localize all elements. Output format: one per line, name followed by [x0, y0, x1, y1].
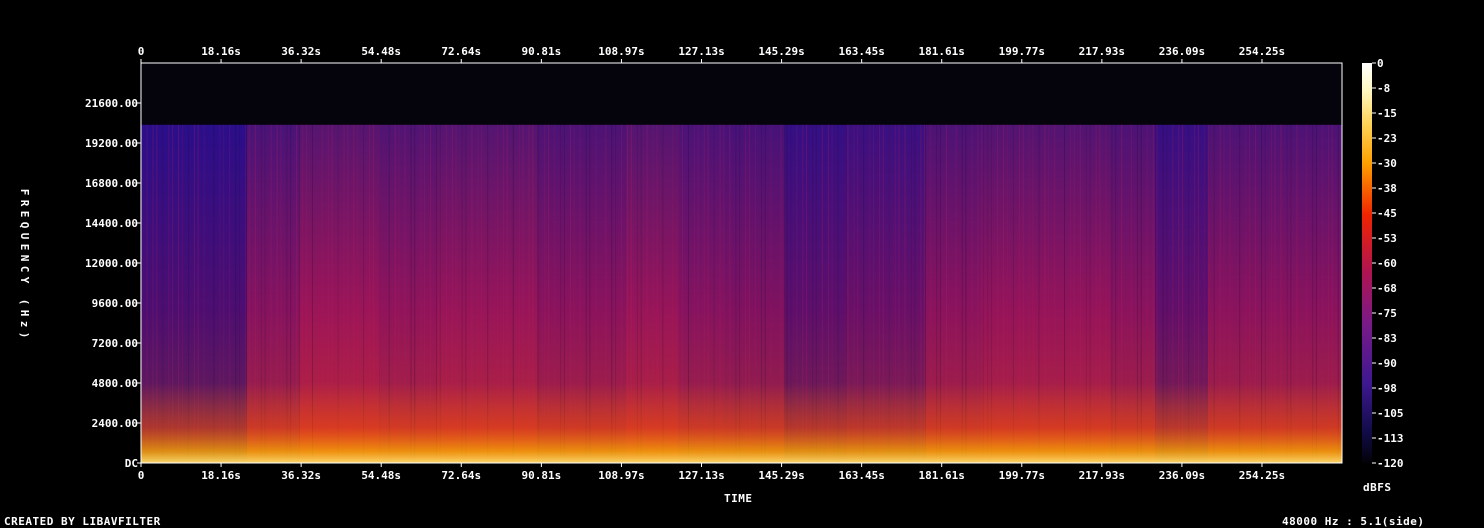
- y-tick-label: DC: [125, 457, 138, 470]
- x-tick-label-bottom: 127.13s: [678, 469, 724, 482]
- colorbar-ticks: 0 -8 -15 -23 -30 -38 -45 -53 -60 -68 -75 -83 -90 -98 -…: [1372, 57, 1404, 470]
- x-tick-label-bottom: 236.09s: [1159, 469, 1205, 482]
- y-tick-label: 9600.00: [92, 297, 138, 310]
- x-tick-label-bottom: 199.77s: [999, 469, 1045, 482]
- spectrogram-image: [140, 63, 1342, 464]
- y-tick-label: 21600.00: [85, 97, 138, 110]
- y-tick-label: 19200.00: [85, 137, 138, 150]
- x-tick-label-bottom: 254.25s: [1239, 469, 1285, 482]
- x-tick-label-bottom: 217.93s: [1079, 469, 1125, 482]
- y-tick-label: 12000.00: [85, 257, 138, 270]
- x-tick-label-top: 127.13s: [678, 45, 724, 58]
- x-tick-label-top: 108.97s: [598, 45, 644, 58]
- y-axis-ticks: DC 2400.00 4800.00 7200.00 9600.00 12000.00 14…: [85, 97, 141, 470]
- x-tick-label-top: 181.61s: [919, 45, 965, 58]
- x-tick-label-top: 199.77s: [999, 45, 1045, 58]
- colorbar-tick-label: -120: [1377, 457, 1404, 470]
- colorbar: [1362, 63, 1372, 463]
- colorbar-tick-label: -8: [1377, 82, 1390, 95]
- y-tick-label: 2400.00: [92, 417, 138, 430]
- colorbar-tick-label: -83: [1377, 332, 1397, 345]
- spectrogram-chart: 0 18.16s 36.32s 54.48s 72.64s 90.81s 108.97s 12…: [85, 45, 1404, 482]
- x-tick-label-bottom: 18.16s: [201, 469, 241, 482]
- colorbar-tick-label: -23: [1377, 132, 1397, 145]
- x-axis-ticks-top: 0 18.16s 36.32s 54.48s 72.64s 90.81s 108.97s 12…: [138, 45, 1285, 63]
- x-tick-label-top: 217.93s: [1079, 45, 1125, 58]
- x-tick-label-top: 145.29s: [758, 45, 804, 58]
- x-tick-label-top: 236.09s: [1159, 45, 1205, 58]
- colorbar-tick-label: -105: [1377, 407, 1404, 420]
- footer-credit: CREATED BY LIBAVFILTER: [4, 515, 161, 528]
- x-tick-label-bottom: 181.61s: [919, 469, 965, 482]
- x-tick-label-bottom: 145.29s: [758, 469, 804, 482]
- x-tick-label-top: 72.64s: [441, 45, 481, 58]
- colorbar-tick-label: -53: [1377, 232, 1397, 245]
- colorbar-tick-label: -60: [1377, 257, 1397, 270]
- y-tick-label: 7200.00: [92, 337, 138, 350]
- x-tick-label-bottom: 0: [138, 469, 145, 482]
- x-tick-label-top: 18.16s: [201, 45, 241, 58]
- y-tick-label: 14400.00: [85, 217, 138, 230]
- x-tick-label-bottom: 90.81s: [522, 469, 562, 482]
- x-axis-ticks-bottom: 0 18.16s 36.32s 54.48s 72.64s 90.81s 108.97s 12…: [138, 463, 1285, 482]
- footer-format: 48000 Hz : 5.1(side): [1282, 515, 1425, 528]
- colorbar-tick-label: -90: [1377, 357, 1397, 370]
- y-axis-label-char: Y: [18, 276, 31, 284]
- colorbar-tick-label: -98: [1377, 382, 1397, 395]
- x-tick-label-bottom: 72.64s: [441, 469, 481, 482]
- colorbar-tick-label: -68: [1377, 282, 1397, 295]
- x-tick-label-top: 163.45s: [838, 45, 884, 58]
- y-tick-label: 16800.00: [85, 177, 138, 190]
- x-tick-label-top: 0: [138, 45, 145, 58]
- y-tick-label: 4800.00: [92, 377, 138, 390]
- x-tick-label-top: 254.25s: [1239, 45, 1285, 58]
- x-tick-label-top: 90.81s: [522, 45, 562, 58]
- x-axis-label: TIME: [724, 492, 753, 505]
- x-tick-label-top: 36.32s: [281, 45, 321, 58]
- spectrogram-low-freq-glow: [141, 383, 1342, 463]
- colorbar-label: dBFS: [1363, 481, 1392, 494]
- x-tick-label-bottom: 163.45s: [838, 469, 884, 482]
- y-axis-label-char: ): [18, 331, 31, 339]
- colorbar-tick-label: -38: [1377, 182, 1397, 195]
- x-tick-label-top: 54.48s: [361, 45, 401, 58]
- colorbar-tick-label: 0: [1377, 57, 1384, 70]
- x-tick-label-bottom: 108.97s: [598, 469, 644, 482]
- colorbar-tick-label: -113: [1377, 432, 1404, 445]
- x-tick-label-bottom: 36.32s: [281, 469, 321, 482]
- colorbar-tick-label: -30: [1377, 157, 1397, 170]
- colorbar-tick-label: -15: [1377, 107, 1397, 120]
- colorbar-tick-label: -45: [1377, 207, 1397, 220]
- colorbar-tick-label: -75: [1377, 307, 1397, 320]
- x-tick-label-bottom: 54.48s: [361, 469, 401, 482]
- spectrogram-upper-band: [141, 63, 1342, 125]
